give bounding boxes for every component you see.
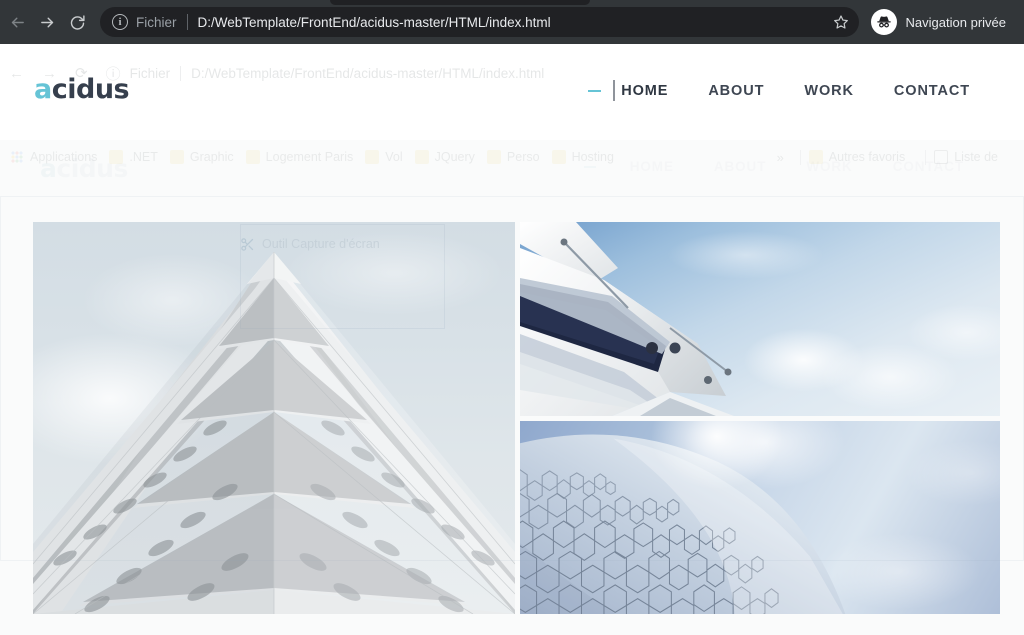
folder-icon	[365, 150, 380, 164]
ghost-bookmark-item: Hosting	[551, 150, 614, 164]
ghost-nav-item-work: WORK	[806, 159, 853, 174]
ghost-bookmark-label: Vol	[385, 150, 403, 164]
profile-label: Navigation privée	[905, 14, 1006, 30]
browser-toolbar: i Fichier D:/WebTemplate/FrontEnd/acidus…	[0, 0, 1024, 44]
ghost-bookmark-label: Graphic	[189, 150, 234, 164]
gallery-tile-canopy[interactable]	[520, 222, 1000, 416]
url-scheme-label: Fichier	[136, 14, 177, 30]
image-gallery: Outil Capture d'écran	[33, 222, 1000, 614]
ghost-bookmark-label: .NET	[129, 150, 158, 164]
folder-icon	[551, 150, 566, 164]
omnibox-divider	[186, 14, 188, 30]
forward-button[interactable]	[32, 7, 62, 37]
photo-faceted-tower	[33, 222, 515, 614]
ghost-bookmark-item: JQuery	[414, 150, 475, 164]
folder-icon	[414, 150, 429, 164]
ghost-bookmark-item: Perso	[486, 150, 540, 164]
ghost-bookmark-label: Applications	[30, 150, 98, 164]
ghost-nav-item-about: ABOUT	[713, 159, 767, 174]
ghost-bookmark-item: Graphic	[169, 150, 234, 164]
info-circle-icon[interactable]: i	[112, 14, 128, 30]
ghost-bookmark-label: Logement Paris	[265, 150, 354, 164]
ghost-nav-item-home: HOME	[629, 159, 674, 174]
apps-grid-icon	[10, 150, 24, 164]
ghost-bookmark-item: Applications	[10, 150, 97, 164]
site-header: acidus HOME ABOUT WORK CONTACT	[0, 44, 1024, 140]
folder-icon	[245, 150, 260, 164]
folder-icon	[808, 150, 823, 164]
ghost-other-bookmarks: Autres favoris	[808, 150, 906, 164]
site-logo[interactable]: acidus	[34, 74, 130, 105]
logo-accent-letter: a	[34, 74, 52, 105]
photo-angular-canopy	[520, 222, 1000, 416]
folder-icon	[109, 150, 124, 164]
ghost-duplicate-site-header: acidus HOME ABOUT WORK CONTACT	[0, 132, 1024, 212]
back-button[interactable]	[2, 7, 32, 37]
bookmark-star-icon[interactable]	[825, 14, 849, 30]
incognito-avatar-icon	[870, 9, 897, 35]
profile-incognito-chip[interactable]: Navigation privée	[867, 7, 1018, 37]
text-cursor-caret	[613, 80, 616, 101]
ghost-bookmarks-divider	[925, 149, 927, 165]
ghost-reading-list-label: Liste de	[954, 150, 998, 164]
ghost-bookmark-label: JQuery	[434, 150, 475, 164]
ghost-site-logo: acidus	[40, 154, 128, 183]
logo-rest-text: cidus	[51, 74, 130, 105]
screenshot-root: i Fichier D:/WebTemplate/FrontEnd/acidus…	[0, 0, 1024, 635]
nav-active-dash-icon	[588, 89, 602, 92]
tab-strip-remnant	[330, 0, 590, 5]
ghost-nav-dash-icon	[583, 165, 596, 168]
gallery-tile-tower[interactable]: Outil Capture d'écran	[33, 222, 515, 614]
nav-item-home[interactable]: HOME	[621, 83, 688, 99]
ghost-logo-rest: cidus	[56, 154, 128, 183]
ghost-bookmark-item: Vol	[365, 150, 403, 164]
web-page-viewport: acidus HOME ABOUT WORK CONTACT acidus HO…	[0, 44, 1024, 635]
photo-hex-dome	[520, 421, 1000, 614]
tower-illustration	[33, 252, 515, 614]
ghost-bookmark-label: Hosting	[571, 150, 614, 164]
ghost-bookmark-item: Logement Paris	[245, 150, 354, 164]
ghost-bookmarks-divider	[799, 149, 801, 165]
nav-item-contact[interactable]: CONTACT	[874, 83, 990, 99]
reading-list-icon	[934, 150, 949, 164]
reload-button[interactable]	[62, 7, 92, 37]
ghost-bookmarks-bar: Applications .NET Graphic Logement Paris…	[0, 146, 1024, 168]
canopy-illustration	[520, 222, 734, 416]
ghost-reading-list: Liste de	[934, 150, 998, 164]
gallery-right-column	[520, 222, 1000, 614]
ghost-site-nav: HOME ABOUT WORK CONTACT	[583, 159, 984, 174]
chevron-double-right-icon: »	[776, 149, 784, 165]
ghost-other-bookmarks-label: Autres favoris	[828, 150, 906, 164]
folder-icon	[486, 150, 501, 164]
url-text[interactable]: D:/WebTemplate/FrontEnd/acidus-master/HT…	[198, 15, 825, 30]
address-bar[interactable]: i Fichier D:/WebTemplate/FrontEnd/acidus…	[100, 7, 859, 37]
ghost-logo-accent: a	[40, 154, 57, 183]
ghost-nav-item-contact: CONTACT	[892, 159, 964, 174]
site-nav: HOME ABOUT WORK CONTACT	[588, 80, 990, 101]
ghost-bookmark-item: .NET	[109, 150, 158, 164]
folder-icon	[169, 150, 184, 164]
nav-item-about[interactable]: ABOUT	[688, 83, 784, 99]
gallery-tile-dome[interactable]	[520, 421, 1000, 614]
nav-item-work[interactable]: WORK	[784, 83, 874, 99]
ghost-bookmark-label: Perso	[506, 150, 540, 164]
